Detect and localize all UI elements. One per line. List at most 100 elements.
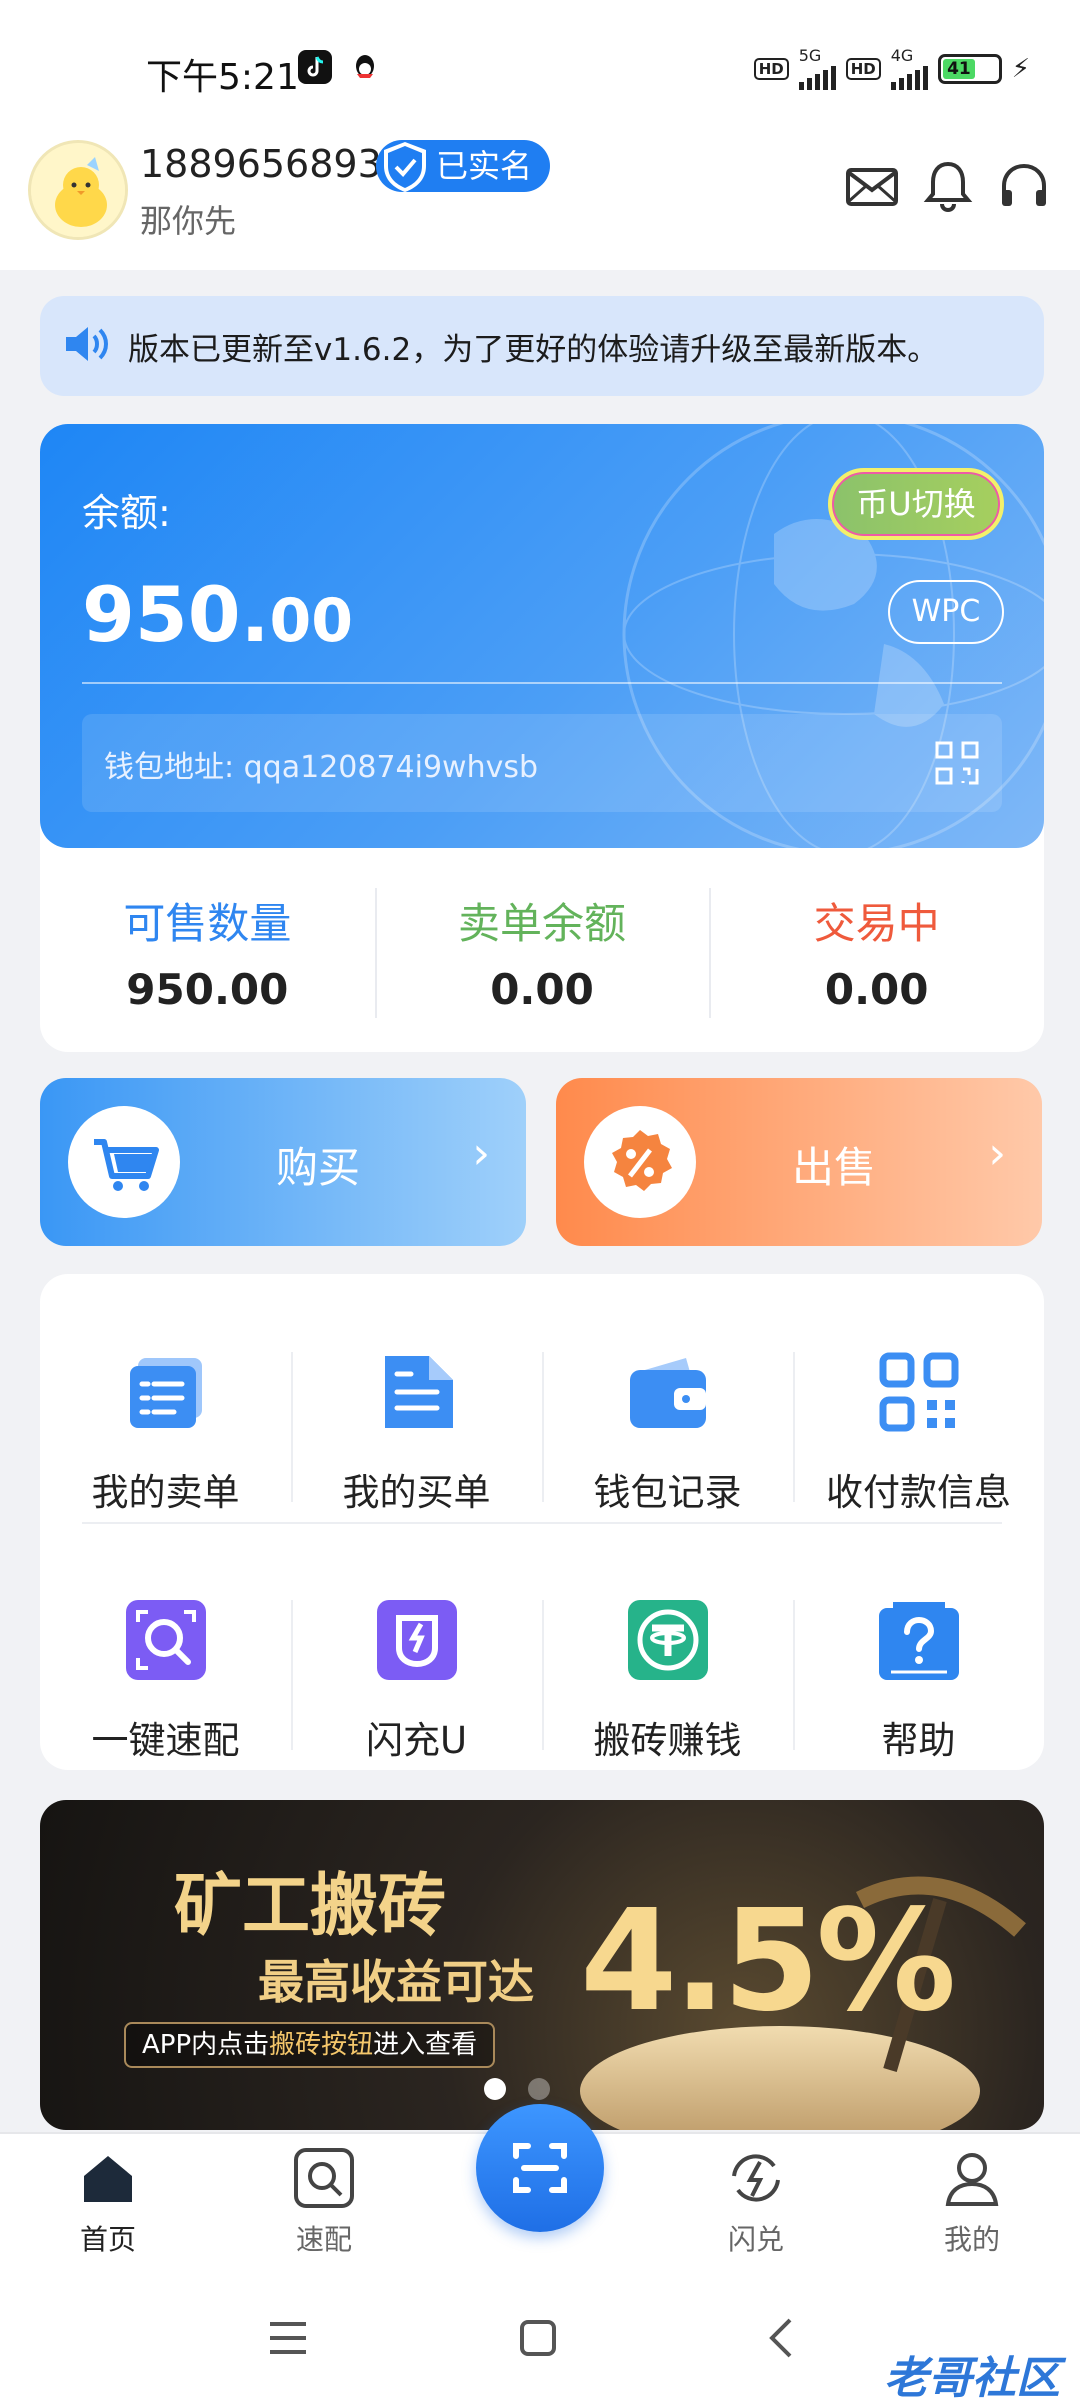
network-4g: 4G xyxy=(890,48,928,90)
nickname: 那你先 xyxy=(140,202,237,240)
stat-trading[interactable]: 交易中 0.00 xyxy=(709,848,1044,1052)
stat-value: 0.00 xyxy=(824,965,929,1014)
chevron-right-icon: › xyxy=(988,1128,1006,1179)
promo-banner[interactable]: 矿工搬砖 最高收益可达 4.5% APP内点击搬砖按钮进入查看 xyxy=(40,1800,1044,2130)
network-5g: 5G xyxy=(798,48,836,90)
balance-panel: 余额: 950.00 币U切换 WPC 钱包地址: qqa120874i9whv… xyxy=(40,424,1044,848)
feature-row: 我的卖单 我的买单 钱包记录 收付款信息 xyxy=(40,1304,1044,1524)
stat-value: 0.00 xyxy=(490,965,594,1014)
menu-label: 搬砖赚钱 xyxy=(593,1719,742,1762)
balance-card: 余额: 950.00 币U切换 WPC 钱包地址: qqa120874i9whv… xyxy=(40,424,1044,1052)
tether-icon xyxy=(626,1598,710,1682)
stat-value: 950.00 xyxy=(126,965,289,1014)
watermark-logo: 老哥社区 xyxy=(884,2353,1060,2400)
currency-switch-button[interactable]: 币U切换 xyxy=(828,468,1004,540)
payment-qr-icon xyxy=(877,1350,961,1434)
menu-label: 一键速配 xyxy=(91,1719,240,1762)
profile-icon xyxy=(940,2146,1004,2210)
stat-label: 交易中 xyxy=(813,899,940,948)
sell-button[interactable]: 出售 › xyxy=(556,1078,1042,1246)
menu-label: 帮助 xyxy=(881,1719,956,1762)
grid-divider xyxy=(82,1522,1002,1524)
divider xyxy=(82,682,1002,684)
speaker-icon xyxy=(62,322,114,370)
headset-icon[interactable] xyxy=(994,156,1054,216)
buy-label: 购买 xyxy=(275,1143,360,1192)
feature-row: 一键速配 闪充U 搬砖赚钱 帮助 xyxy=(40,1552,1044,1772)
verified-badge[interactable]: 已实名 xyxy=(376,140,551,192)
wallet-icon xyxy=(626,1350,710,1434)
menu-wallet-records[interactable]: 钱包记录 xyxy=(542,1304,793,1524)
match-icon xyxy=(292,2146,356,2210)
nav-match[interactable]: 速配 xyxy=(244,2146,404,2258)
scan-icon xyxy=(513,2143,567,2193)
signal-icon xyxy=(798,64,836,90)
menu-help[interactable]: 帮助 xyxy=(793,1552,1044,1772)
banner-percent: 4.5% xyxy=(580,1880,956,2043)
stats-row: 可售数量 950.00 卖单余额 0.00 交易中 0.00 xyxy=(40,848,1044,1052)
help-icon xyxy=(877,1598,961,1682)
quick-match-icon xyxy=(124,1598,208,1682)
nav-label: 速配 xyxy=(295,2223,352,2256)
carousel-dot-active[interactable] xyxy=(484,2078,506,2100)
back-icon[interactable] xyxy=(766,2316,796,2364)
scan-button[interactable] xyxy=(476,2104,604,2232)
chevron-right-icon: › xyxy=(472,1128,490,1179)
nav-label: 闪兑 xyxy=(727,2223,784,2256)
stat-sell-balance[interactable]: 卖单余额 0.00 xyxy=(374,848,710,1052)
nav-profile[interactable]: 我的 xyxy=(892,2146,1052,2258)
nav-label: 我的 xyxy=(943,2223,1000,2256)
menu-label: 闪充U xyxy=(365,1719,468,1762)
menu-label: 收付款信息 xyxy=(826,1471,1011,1514)
currency-wpc-button[interactable]: WPC xyxy=(888,580,1004,644)
sell-label: 出售 xyxy=(791,1143,876,1192)
nav-home[interactable]: 首页 xyxy=(28,2146,188,2258)
update-notice[interactable]: 版本已更新至v1.6.2，为了更好的体验请升级至最新版本。 xyxy=(40,296,1044,396)
wallet-address: 钱包地址: qqa120874i9whvsb xyxy=(104,750,539,785)
shield-check-icon xyxy=(378,138,432,209)
balance-label: 余额: xyxy=(82,491,171,535)
status-time: 下午5:21 xyxy=(146,57,299,98)
stat-available[interactable]: 可售数量 950.00 xyxy=(40,848,375,1052)
flash-exchange-icon xyxy=(724,2146,788,2210)
banner-subtitle: 最高收益可达 xyxy=(258,1955,534,2009)
wallet-address-bar[interactable]: 钱包地址: qqa120874i9whvsb xyxy=(82,714,1002,812)
menu-flash-charge[interactable]: 闪充U xyxy=(291,1552,542,1772)
feature-grid: 我的卖单 我的买单 钱包记录 收付款信息 一键速配 闪充U 搬砖赚钱 帮助 xyxy=(40,1274,1044,1770)
phone-number: 18896568938 xyxy=(140,142,406,186)
status-indicators: HD 5G HD 4G 41 ⚡ xyxy=(753,48,1030,90)
stat-label: 卖单余额 xyxy=(458,899,627,948)
menu-payment-info[interactable]: 收付款信息 xyxy=(793,1304,1044,1524)
carousel-dot[interactable] xyxy=(528,2078,550,2100)
tiktok-icon xyxy=(298,50,332,84)
avatar[interactable] xyxy=(28,140,128,240)
notice-text: 版本已更新至v1.6.2，为了更好的体验请升级至最新版本。 xyxy=(128,331,939,368)
charging-icon: ⚡ xyxy=(1011,54,1030,84)
stat-label: 可售数量 xyxy=(123,899,292,948)
verified-label: 已实名 xyxy=(436,147,533,185)
profile-header: 18896568938 已实名 那你先 xyxy=(0,130,1080,270)
banner-hint: APP内点击搬砖按钮进入查看 xyxy=(124,2022,496,2068)
mail-icon[interactable] xyxy=(842,156,902,216)
banner-title: 矿工搬砖 xyxy=(174,1867,447,1946)
menu-earn-money[interactable]: 搬砖赚钱 xyxy=(542,1552,793,1772)
home-square-icon[interactable] xyxy=(518,2318,558,2362)
flash-charge-icon xyxy=(375,1598,459,1682)
bell-icon[interactable] xyxy=(918,156,978,216)
menu-label: 钱包记录 xyxy=(593,1471,742,1514)
menu-my-buy-orders[interactable]: 我的买单 xyxy=(291,1304,542,1524)
balance-amount: 950.00 xyxy=(82,570,354,659)
battery-icon: 41 xyxy=(937,54,1002,84)
sell-orders-icon xyxy=(124,1350,208,1434)
buy-button[interactable]: 购买 › xyxy=(40,1078,526,1246)
hd-badge: HD xyxy=(753,58,789,80)
nav-flash-exchange[interactable]: 闪兑 xyxy=(676,2146,836,2258)
qr-code-icon[interactable] xyxy=(934,740,980,790)
buy-orders-icon xyxy=(375,1350,459,1434)
hd-badge-2: HD xyxy=(845,58,881,80)
menu-icon[interactable] xyxy=(268,2320,308,2360)
menu-quick-match[interactable]: 一键速配 xyxy=(40,1552,291,1772)
home-icon xyxy=(76,2146,140,2210)
menu-my-sell-orders[interactable]: 我的卖单 xyxy=(40,1304,291,1524)
status-bar: 下午5:21 HD 5G HD 4G 41 ⚡ xyxy=(0,0,1080,130)
